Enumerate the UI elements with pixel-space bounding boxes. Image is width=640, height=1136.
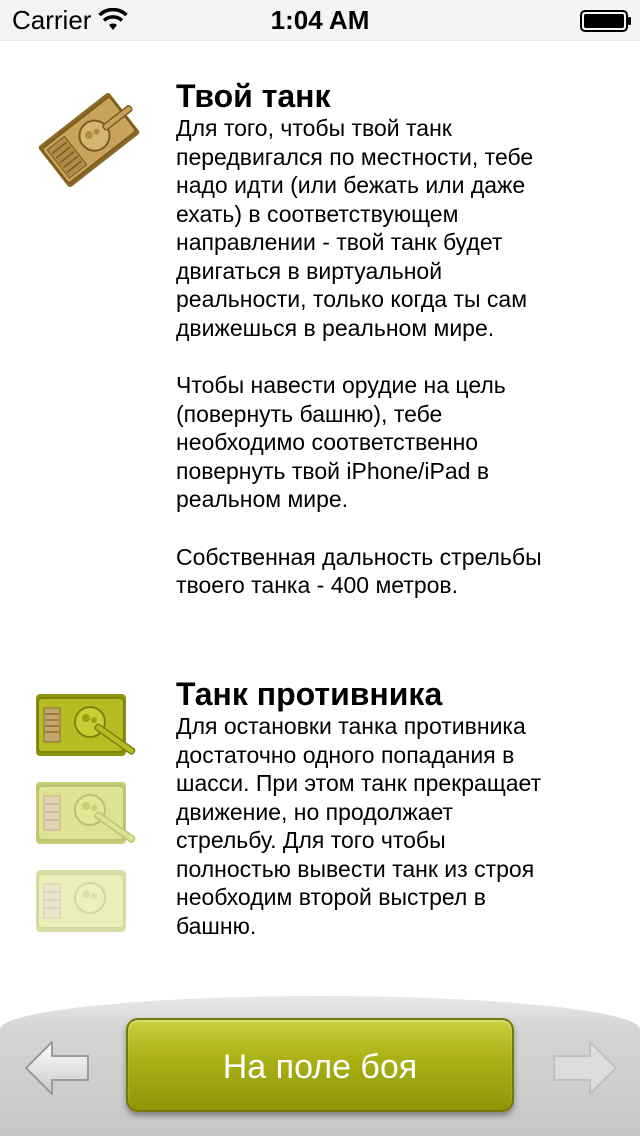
section-title: Танк противника — [176, 676, 443, 712]
enemy-tank-icon — [36, 694, 136, 932]
paragraph: Для остановки танка противника достаточн… — [176, 713, 542, 939]
clock: 1:04 AM — [270, 5, 370, 35]
status-bar: Carrier 1:04 AM — [0, 0, 640, 41]
paragraph: Для того, чтобы твой танк передвигался п… — [176, 115, 534, 341]
left-arrow-icon[interactable] — [22, 1036, 92, 1100]
right-arrow-icon[interactable] — [550, 1036, 620, 1100]
section-title: Твой танк — [176, 78, 331, 114]
paragraph: Чтобы навести орудие на цель (повернуть … — [176, 372, 506, 512]
battery-icon — [580, 10, 631, 32]
to-battlefield-button[interactable]: На поле боя — [126, 1018, 514, 1112]
paragraph: Собственная дальность стрельбы твоего та… — [176, 543, 542, 599]
own-tank-icon — [38, 93, 140, 187]
